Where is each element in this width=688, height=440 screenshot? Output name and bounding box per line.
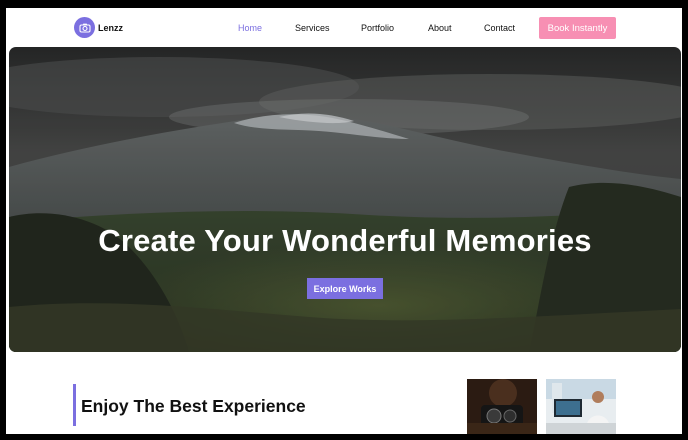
- hero-banner: Create Your Wonderful Memories Explore W…: [9, 47, 681, 352]
- explore-works-button[interactable]: Explore Works: [307, 278, 383, 299]
- nav-link-about[interactable]: About: [428, 23, 452, 33]
- nav-link-portfolio[interactable]: Portfolio: [361, 23, 394, 33]
- camera-icon: [74, 17, 95, 38]
- nav-link-services[interactable]: Services: [295, 23, 330, 33]
- brand-name: Lenzz: [98, 22, 124, 33]
- hero-background-image: [9, 47, 681, 352]
- gallery-thumbnail-workspace: [546, 379, 616, 434]
- section-title: Enjoy The Best Experience: [81, 396, 306, 416]
- section-accent-bar: [73, 384, 76, 426]
- page: Lenzz Home Services Portfolio About Cont…: [6, 8, 682, 434]
- gallery-thumbnail-camera: [467, 379, 537, 434]
- hero-title: Create Your Wonderful Memories: [98, 223, 592, 258]
- navbar: Lenzz Home Services Portfolio About Cont…: [6, 8, 682, 48]
- nav-link-home[interactable]: Home: [238, 23, 262, 33]
- nav-link-contact[interactable]: Contact: [484, 23, 515, 33]
- brand-logo[interactable]: Lenzz: [74, 17, 123, 38]
- book-instantly-button[interactable]: Book Instantly: [539, 17, 616, 39]
